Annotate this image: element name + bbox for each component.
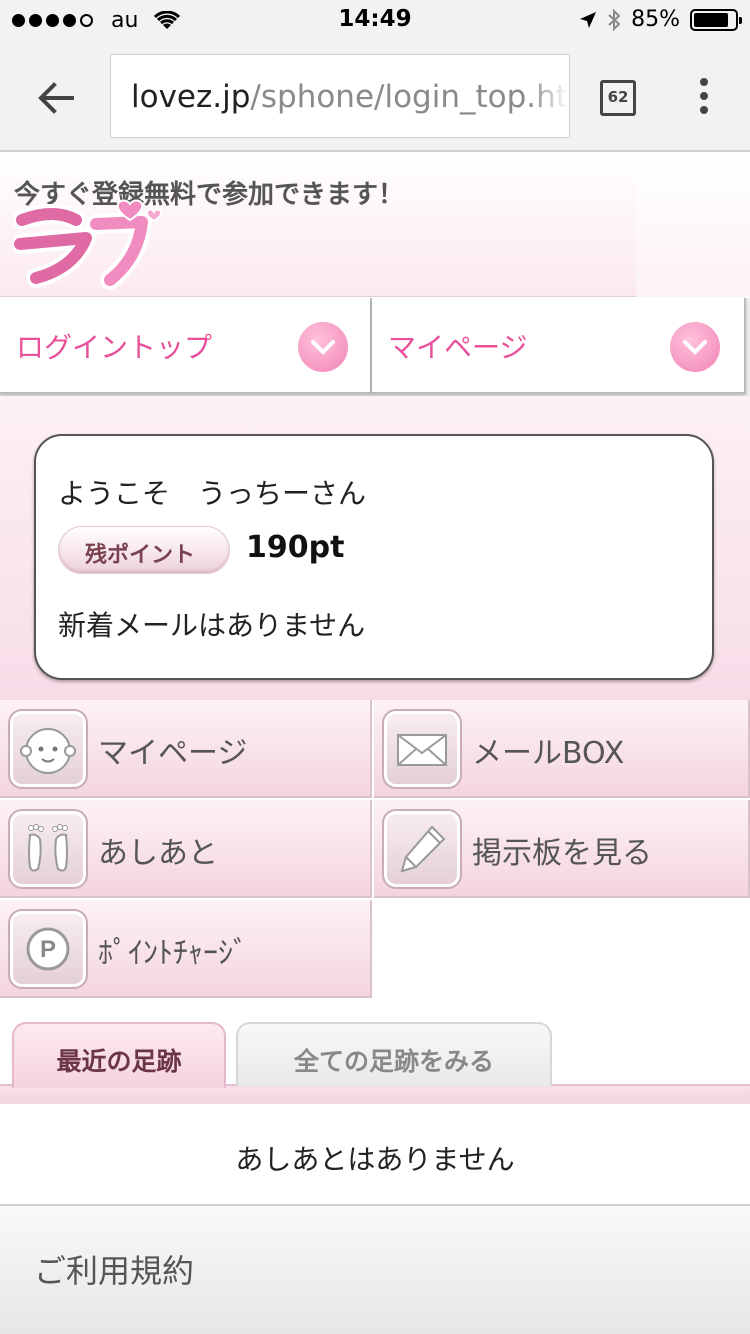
menu-item-footprints-label: あしあと [98,836,218,871]
footprints-empty-state: あしあとはありません [0,1104,750,1204]
menu-item-board[interactable]: 掲示板を見る [374,800,750,898]
tab-all-footprints[interactable]: 全ての足跡をみる [236,1022,552,1086]
tab-recent-footprints-label: 最近の足跡 [56,1047,182,1076]
chevron-down-icon [298,322,348,372]
nav-mypage[interactable]: マイページ [372,298,746,394]
url-field[interactable]: lovez.jp/sphone/login_top.htm [110,54,570,138]
envelope-icon [382,709,462,789]
point-coin-icon: P [8,909,88,989]
battery-icon [690,8,742,31]
menu-item-mailbox-label: メールBOX [472,736,625,771]
url-path: /sphone/login_top.htm [250,79,570,115]
points-value: 190pt [246,530,345,565]
welcome-section: ようこそ うっちーさん 残ポイント 190pt 新着メールはありません [0,396,750,700]
svg-text:P: P [40,936,56,963]
points-label: 残ポイント [85,543,196,568]
terms-label: ご利用規約 [34,1252,195,1290]
welcome-card: ようこそ うっちーさん 残ポイント 190pt 新着メールはありません [34,434,714,680]
face-icon [8,709,88,789]
chevron-down-icon [670,322,720,372]
points-badge: 残ポイント [58,526,230,574]
menu-item-point-charge-label: ﾎﾟｲﾝﾄﾁｬｰｼﾞ [98,936,248,971]
footprints-icon [8,809,88,889]
menu-item-footprints[interactable]: あしあと [0,800,372,898]
pencil-icon [382,809,462,889]
menu-item-mypage-label: マイページ [98,736,248,771]
location-arrow-icon [580,11,597,28]
menu-item-mypage[interactable]: マイページ [0,700,372,798]
overflow-menu-icon[interactable] [694,78,714,122]
menu-item-point-charge[interactable]: P ﾎﾟｲﾝﾄﾁｬｰｼﾞ [0,900,372,998]
footprint-tabs: 最近の足跡 全ての足跡をみる [0,1000,750,1104]
url-domain: lovez.jp [131,79,251,115]
nav-login-top-label: ログイントップ [16,331,213,364]
welcome-greeting: ようこそ うっちーさん [58,477,367,510]
tab-all-footprints-label: 全ての足跡をみる [293,1047,494,1076]
status-bar: au 14:49 85% [0,0,750,40]
tab-recent-footprints[interactable]: 最近の足跡 [12,1022,226,1088]
mail-status: 新着メールはありません [58,609,366,642]
browser-toolbar: lovez.jp/sphone/login_top.htm 62 [0,40,750,152]
battery-percentage: 85% [631,7,680,32]
menu-item-mailbox[interactable]: メールBOX [374,700,750,798]
site-header: 今すぐ登録無料で参加できます！ [0,154,750,297]
nav-mypage-label: マイページ [388,331,528,364]
bluetooth-icon [608,8,621,31]
nav-login-top[interactable]: ログイントップ [0,298,372,394]
site-logo[interactable] [10,198,174,290]
menu-item-board-label: 掲示板を見る [472,836,652,871]
footprints-empty-message: あしあとはありません [235,1143,515,1176]
tab-switcher-button[interactable]: 62 [600,80,636,116]
nav-bar: ログイントップ マイページ [0,298,750,396]
back-arrow-icon[interactable] [36,78,76,118]
terms-link[interactable]: ご利用規約 [0,1204,750,1334]
